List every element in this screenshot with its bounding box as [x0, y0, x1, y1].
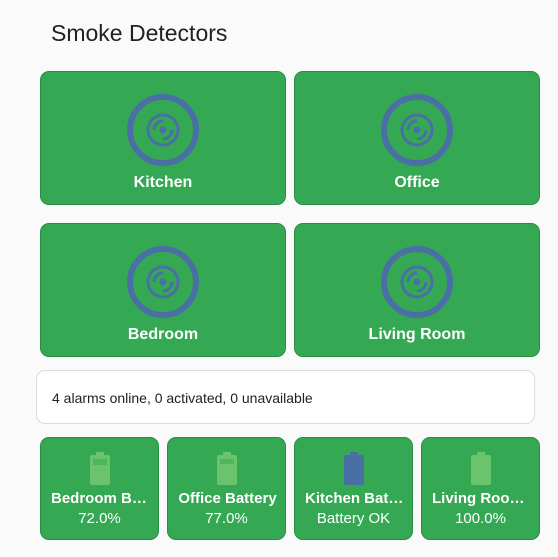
battery-value: 100.0% — [455, 510, 506, 527]
detector-card-office[interactable]: Office — [294, 71, 540, 205]
detector-name: Bedroom — [127, 326, 199, 343]
battery-value: 72.0% — [78, 510, 121, 527]
battery-icon — [216, 452, 237, 485]
status-text: 4 alarms online, 0 activated, 0 unavaila… — [52, 390, 313, 406]
smoke-detector-icon — [127, 246, 199, 318]
battery-value: Battery OK — [316, 510, 391, 527]
battery-name: Office Battery — [178, 490, 277, 507]
status-summary: 4 alarms online, 0 activated, 0 unavaila… — [36, 370, 535, 424]
detector-card-kitchen[interactable]: Kitchen — [40, 71, 286, 205]
detector-card-living-room[interactable]: Living Room — [294, 223, 540, 357]
detector-card-bedroom[interactable]: Bedroom — [40, 223, 286, 357]
battery-card-living-room[interactable]: Living Room Battery 100.0% — [421, 437, 540, 540]
battery-card-bedroom[interactable]: Bedroom Battery 72.0% — [40, 437, 159, 540]
battery-icon — [343, 452, 364, 485]
detector-name: Kitchen — [133, 174, 193, 191]
battery-card-kitchen[interactable]: Kitchen Battery Battery OK — [294, 437, 413, 540]
page-title: Smoke Detectors — [51, 20, 228, 46]
detector-name: Office — [394, 174, 440, 191]
battery-card-office[interactable]: Office Battery 77.0% — [167, 437, 286, 540]
battery-value: 77.0% — [205, 510, 248, 527]
smoke-detector-icon — [127, 94, 199, 166]
smoke-detector-icon — [381, 94, 453, 166]
battery-name: Kitchen Battery — [305, 490, 404, 507]
detector-name: Living Room — [368, 326, 466, 343]
battery-icon — [89, 452, 110, 485]
battery-icon — [470, 452, 491, 485]
battery-name: Living Room Battery — [432, 490, 531, 507]
battery-name: Bedroom Battery — [51, 490, 150, 507]
smoke-detector-icon — [381, 246, 453, 318]
